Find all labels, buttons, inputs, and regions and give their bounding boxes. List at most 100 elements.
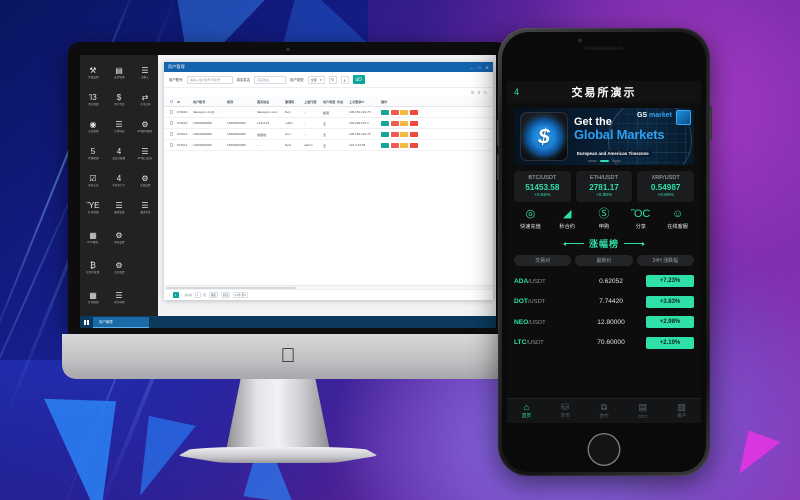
sidebar-item-4[interactable]: $ 用户资金 [106, 86, 132, 113]
windows-icon[interactable] [82, 318, 91, 327]
reset-button[interactable] [410, 132, 418, 137]
goto-confirm-button[interactable]: 确定 [209, 292, 219, 298]
table-row[interactable]: 672015 13000000000 15000000000 1212123 m4fw -… [164, 118, 493, 129]
ticker-card-btc[interactable]: BTC/USDT 51453.58 +0.92% [514, 171, 571, 202]
freeze-button[interactable] [400, 132, 408, 137]
row-checkbox[interactable] [170, 143, 173, 146]
profile-icon[interactable]: ὆4 [514, 87, 519, 97]
row-checkbox[interactable] [170, 132, 173, 135]
search-button[interactable]: ὐD [353, 75, 365, 84]
freeze-button[interactable] [400, 121, 408, 126]
nav-item-home[interactable]: ⌂ 首页 [507, 403, 546, 420]
quick-action-subscription[interactable]: Ⓢ 申购 [586, 209, 623, 230]
banner-dot[interactable] [612, 160, 621, 162]
home-button[interactable] [588, 433, 621, 466]
row-checkbox[interactable] [170, 110, 173, 113]
sidebar-item-16[interactable]: ☰ 邀请奖励 [106, 194, 132, 221]
admin-sidebar[interactable]: ⚒ 系统设置 ▤ 支付管理 ☰ 充值入 Ἱ3 资产管理 $ 用户资金 ⇄ 币币交易 ◉ 公告管理 ☰ 订单列表… [80, 55, 158, 316]
sidebar-item-20[interactable]: ₿ 比特币管理 [80, 254, 106, 281]
sidebar-item-15[interactable]: ὛE 杠杆管理 [80, 194, 106, 221]
sidebar-item-22[interactable]: ▦ 矿池管理 [80, 284, 106, 311]
row-select[interactable] [167, 143, 176, 146]
delete-button[interactable] [391, 121, 399, 126]
sidebar-item-12[interactable]: ☑ 实名认证 [80, 167, 106, 194]
filter-icon[interactable]: ☰ [471, 90, 475, 95]
sidebar-item-1[interactable]: ▤ 支付管理 [106, 59, 132, 86]
sidebar-item-2[interactable]: ☰ 充值入 [132, 59, 158, 86]
delete-button[interactable] [391, 132, 399, 137]
sidebar-item-8[interactable]: ⚙ API密钥管理 [132, 113, 158, 140]
sidebar-item-9[interactable]: ὆5 代理管理 [80, 140, 106, 167]
volume-down-button[interactable] [497, 154, 499, 180]
download-icon[interactable]: ↯ [477, 90, 480, 95]
sidebar-item-5[interactable]: ⇄ 币币交易 [132, 86, 158, 113]
next-page-button[interactable]: › [181, 293, 182, 297]
promo-banner[interactable]: $ GS market Get the Global Markets Europ… [514, 108, 694, 165]
market-row[interactable]: LTC/USDT 70.60000 +2.19% [514, 333, 694, 354]
ticker-card-eth[interactable]: ETH/USDT 2781.17 +0.98% [576, 171, 633, 202]
nav-item-coin[interactable]: ⛁ 币币 [546, 403, 585, 420]
page-number-input[interactable]: 1 [195, 292, 201, 298]
current-page[interactable]: 1 [173, 292, 179, 298]
quick-action-online-service[interactable]: ☺ 在线客服 [659, 209, 696, 230]
table-row[interactable]: 672016 fakeasync.cn@... fakeasync.com 8vcj -… [164, 107, 493, 118]
table-row[interactable]: 672012 13000000000 15000000000 -- 8yra admin 无… [164, 140, 493, 151]
row-select[interactable] [167, 121, 176, 124]
reset-button[interactable] [410, 110, 418, 115]
select-all-checkbox[interactable] [170, 100, 173, 103]
market-row[interactable]: DOT/USDT 7.74420 +3.83% [514, 292, 694, 313]
banner-dot[interactable] [600, 160, 609, 162]
row-checkbox[interactable] [170, 121, 173, 124]
nav-item-otc[interactable]: ▤ OTC [623, 403, 662, 419]
sidebar-item-6[interactable]: ◉ 公告管理 [80, 113, 106, 140]
sidebar-item-19[interactable]: ⚙ 钱包设置 [106, 224, 132, 251]
banner-dot[interactable] [588, 160, 597, 162]
page-size-select[interactable]: 10条/页 ▾ [233, 292, 248, 298]
banner-pagination-dots[interactable] [514, 160, 694, 162]
sidebar-item-11[interactable]: ☰ API接口记录 [132, 140, 158, 167]
sidebar-item-18[interactable]: ▦ OTC管理 [80, 224, 106, 251]
refresh-icon[interactable]: ↻ [484, 90, 487, 95]
quick-action-seconds-contract[interactable]: ◢ 秒合约 [549, 209, 586, 230]
sidebar-item-23[interactable]: ☰ 新币申购 [106, 284, 132, 311]
nav-item-contract[interactable]: ⧉ 合约 [585, 403, 624, 420]
export-icon[interactable]: ⤓ [341, 76, 349, 84]
sidebar-item-13[interactable]: ὆4 手动开户户 [106, 167, 132, 194]
reset-button[interactable] [410, 143, 418, 148]
freeze-button[interactable] [400, 110, 408, 115]
ticker-card-xrp[interactable]: XRP/USDT 0.54987 +0.66% [637, 171, 694, 202]
sidebar-item-7[interactable]: ☰ 订单列表 [106, 113, 132, 140]
market-row[interactable]: NEO/USDT 12.80000 +2.98% [514, 312, 694, 333]
delete-button[interactable] [391, 143, 399, 148]
edit-button[interactable] [381, 110, 389, 115]
market-column-0[interactable]: 交易对 [514, 255, 571, 266]
prev-page-button[interactable]: ‹ [169, 293, 170, 297]
sidebar-item-21[interactable]: ⚙ 后台设置 [106, 254, 132, 281]
sidebar-item-0[interactable]: ⚒ 系统设置 [80, 59, 106, 86]
user-type-select[interactable]: 全部 ▾ [308, 76, 325, 84]
reset-icon[interactable]: ↻ [329, 76, 337, 84]
user-account-input[interactable]: 请输入用户账号/手机号 [187, 76, 233, 84]
edit-button[interactable] [381, 143, 389, 148]
power-button[interactable] [710, 106, 712, 140]
quick-action-share[interactable]: ὋC 分享 [622, 209, 659, 230]
freeze-button[interactable] [400, 143, 408, 148]
row-select[interactable] [167, 132, 176, 135]
taskbar-item-user-management[interactable]: 用户管理 [93, 317, 149, 328]
market-rows[interactable]: ADA/USDT 0.62052 +7.23% DOT/USDT 7.74420 +3.8… [507, 271, 701, 398]
reset-button[interactable] [410, 121, 418, 126]
sidebar-item-3[interactable]: Ἱ3 资产管理 [80, 86, 106, 113]
close-button[interactable]: ✕ [485, 65, 489, 70]
sidebar-item-14[interactable]: ⚙ 系统设置 [132, 167, 158, 194]
sidebar-item-17[interactable]: ☰ 邀请关系 [132, 194, 158, 221]
realname-input[interactable]: 真实姓名 [254, 76, 286, 84]
maximize-button[interactable]: □ [478, 65, 481, 70]
edit-button[interactable] [381, 132, 389, 137]
nav-item-assets[interactable]: ▨ 资产 [662, 403, 701, 420]
edit-button[interactable] [381, 121, 389, 126]
quick-action-quick-deposit[interactable]: ◎ 快速充值 [512, 209, 549, 230]
minimize-button[interactable]: – [470, 65, 472, 70]
market-row[interactable]: ADA/USDT 0.62052 +7.23% [514, 271, 694, 292]
row-select[interactable] [167, 110, 176, 113]
market-column-1[interactable]: 最新价 [575, 255, 632, 266]
